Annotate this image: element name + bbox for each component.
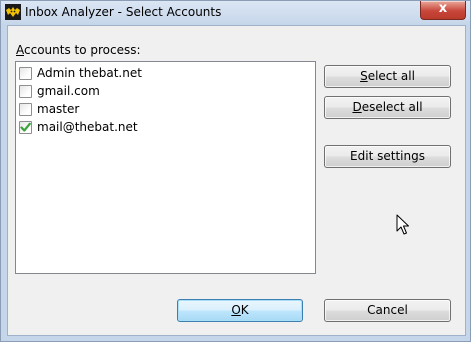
checkbox[interactable]	[19, 67, 32, 80]
bat-icon	[5, 4, 21, 20]
account-label: gmail.com	[37, 84, 100, 98]
checkmark-icon	[20, 122, 31, 132]
list-item-mail-thebat[interactable]: mail@thebat.net	[19, 119, 309, 137]
select-all-button[interactable]: Select all	[324, 65, 451, 88]
accounts-label-mnemonic: A	[16, 43, 24, 57]
select-all-label: elect all	[367, 69, 415, 83]
ok-label: K	[240, 303, 249, 317]
close-icon: x	[438, 1, 448, 16]
account-label: mail@thebat.net	[37, 120, 138, 134]
deselect-all-label: eselect all	[361, 100, 423, 114]
list-item-master[interactable]: master	[19, 101, 309, 119]
mouse-pointer-icon	[396, 214, 409, 235]
edit-settings-button[interactable]: Edit settings	[324, 145, 451, 168]
title-bar[interactable]: Inbox Analyzer - Select Accounts x	[1, 1, 470, 25]
accounts-label: Accounts to process:	[16, 43, 141, 57]
checkbox-checked[interactable]	[19, 121, 32, 134]
checkbox[interactable]	[19, 85, 32, 98]
list-item-gmail[interactable]: gmail.com	[19, 83, 309, 101]
checkbox[interactable]	[19, 103, 32, 116]
ok-mnemonic: O	[231, 303, 241, 317]
select-all-mnemonic: S	[360, 69, 368, 83]
window-title: Inbox Analyzer - Select Accounts	[25, 5, 222, 19]
dialog-client-area: Accounts to process: Admin thebat.net gm…	[7, 25, 466, 336]
close-button[interactable]: x	[420, 1, 466, 20]
accounts-label-rest: ccounts to process:	[24, 43, 141, 57]
ok-button[interactable]: OK	[177, 299, 303, 322]
account-label: Admin thebat.net	[37, 66, 142, 80]
cancel-button[interactable]: Cancel	[324, 299, 451, 322]
dialog-window: Inbox Analyzer - Select Accounts x Accou…	[0, 0, 471, 342]
list-item-admin-thebat[interactable]: Admin thebat.net	[19, 65, 309, 83]
account-label: master	[37, 102, 80, 116]
deselect-all-button[interactable]: Deselect all	[324, 96, 451, 119]
deselect-all-mnemonic: D	[352, 100, 362, 114]
accounts-listbox[interactable]: Admin thebat.net gmail.com master mail@t…	[15, 61, 316, 274]
